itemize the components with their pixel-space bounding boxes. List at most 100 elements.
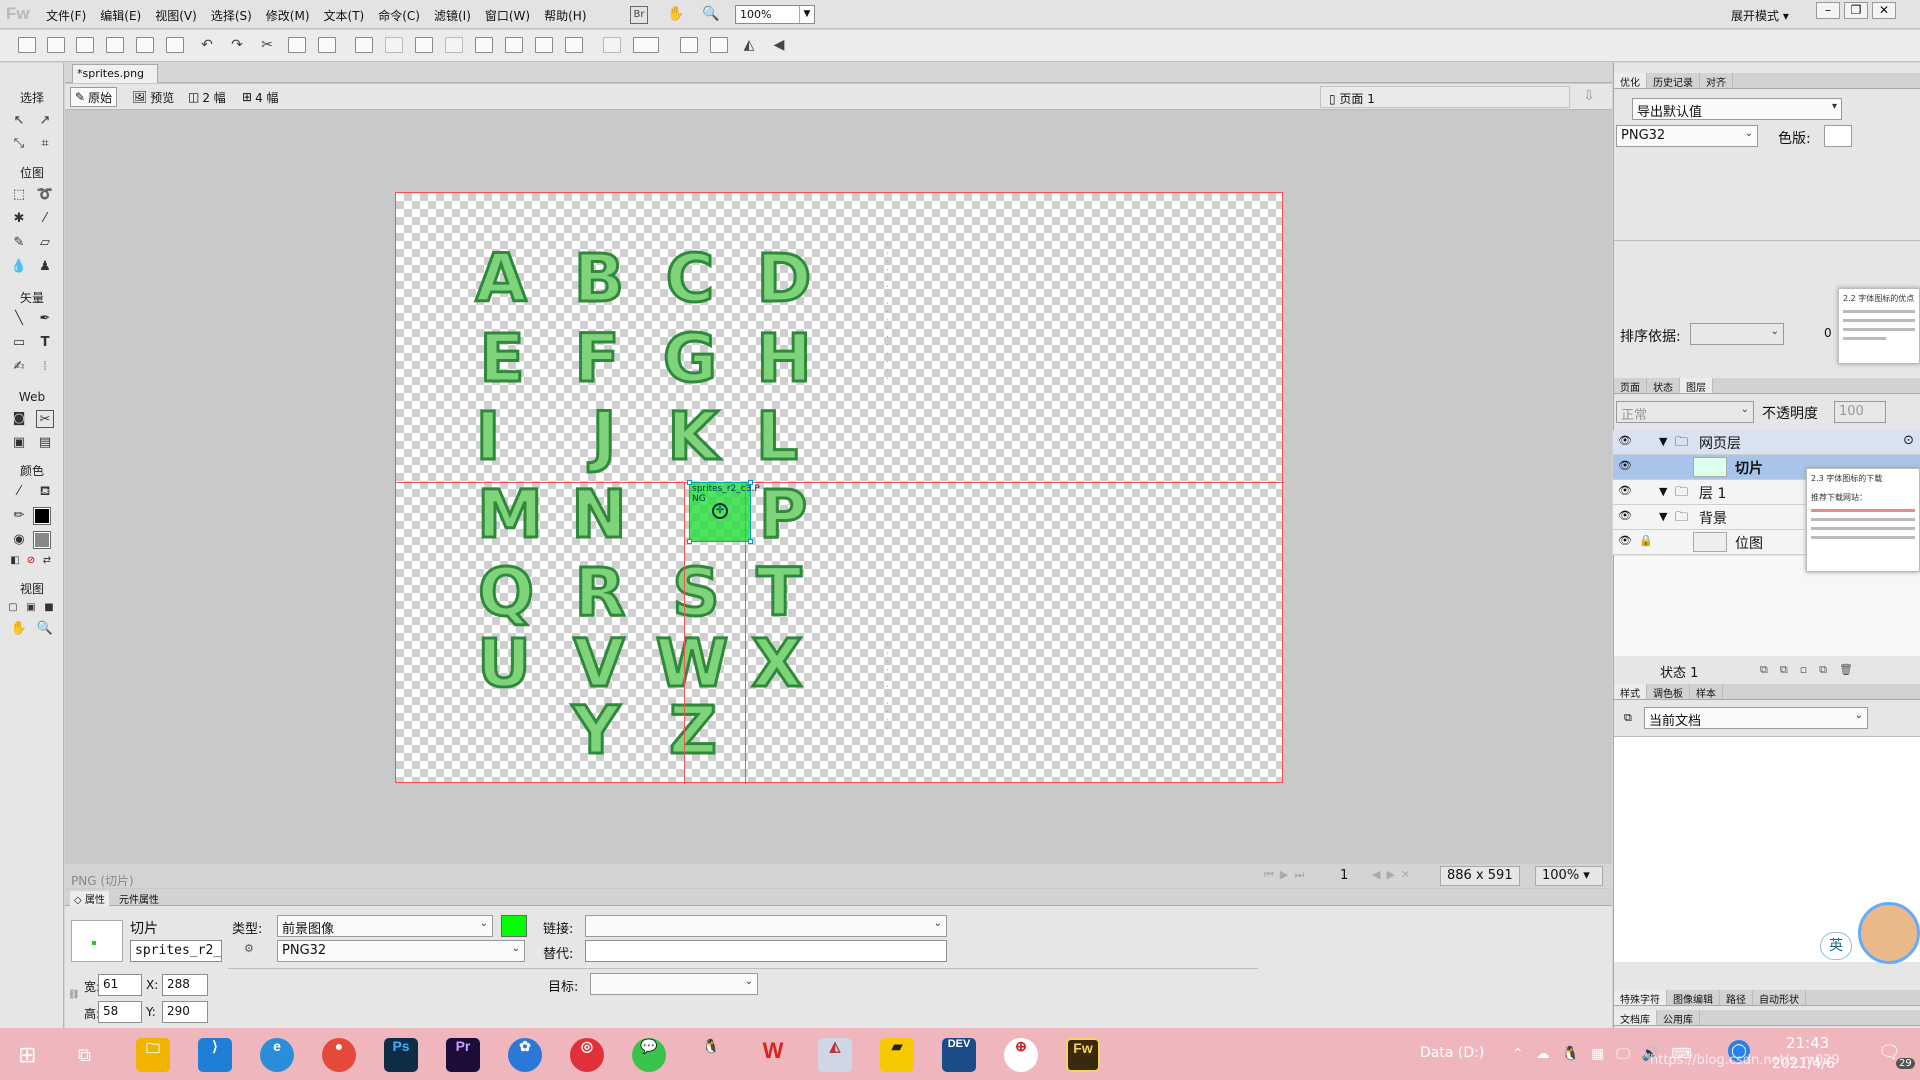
photoshop-icon[interactable]: Ps	[384, 1038, 418, 1072]
resize-handle[interactable]	[748, 480, 753, 485]
restore-button[interactable]: ❐	[1844, 2, 1868, 19]
lock-icon[interactable]: 🔒	[1639, 534, 1653, 547]
group-icon[interactable]	[355, 37, 373, 53]
width-input[interactable]: 61	[98, 974, 142, 996]
y-input[interactable]: 290	[162, 1001, 208, 1023]
slice-type-select[interactable]: 前景图像 ⌄	[277, 915, 493, 937]
lasso-icon[interactable]: ➰	[36, 186, 54, 204]
align-dropdown-icon[interactable]	[633, 37, 659, 53]
save-icon[interactable]	[47, 37, 65, 53]
menu-text[interactable]: 文本(T)	[324, 7, 365, 24]
eye-icon[interactable]: 👁	[1618, 484, 1632, 498]
export-preset-select[interactable]: 导出默认值 ▾	[1632, 98, 1842, 120]
undo-icon[interactable]: ↶	[196, 35, 218, 56]
zoom-icon[interactable]: 🔍	[700, 4, 722, 25]
frame-nav-controls[interactable]: ⏮▶⏭	[1264, 868, 1310, 882]
generic-app-icon[interactable]: ◭	[818, 1038, 852, 1072]
zoom-select[interactable]: 100% ▼	[735, 5, 815, 24]
expand-arrow-icon[interactable]: ▼	[1659, 485, 1667, 498]
expand-arrow-icon[interactable]: ▼	[1659, 510, 1667, 523]
floating-preview-card[interactable]: 2.2 字体图标的优点	[1838, 288, 1920, 364]
import-icon[interactable]	[106, 37, 124, 53]
page-select[interactable]: ▯ 页面 1	[1320, 86, 1570, 108]
slice-tool-icon[interactable]: ✂	[36, 410, 54, 428]
wechat-icon[interactable]: 💬	[632, 1038, 666, 1072]
menu-help[interactable]: 帮助(H)	[544, 7, 586, 24]
send-back-icon[interactable]	[565, 37, 583, 53]
line-icon[interactable]: ╲	[10, 310, 28, 328]
palette-swatch[interactable]	[1824, 125, 1852, 147]
tab-path[interactable]: 路径	[1720, 990, 1753, 1006]
frame-step-controls[interactable]: ◀▶✕	[1372, 868, 1416, 881]
tab-align[interactable]: 对齐	[1700, 73, 1733, 89]
rotate-right-icon[interactable]	[710, 37, 728, 53]
menu-view[interactable]: 视图(V)	[155, 7, 197, 24]
paste-icon[interactable]	[318, 37, 336, 53]
link-input[interactable]: ⌄	[585, 915, 947, 937]
sort-by-select[interactable]: ⌄	[1690, 323, 1784, 345]
view-preview-button[interactable]: 🖼 预览	[128, 87, 178, 107]
full-screen-menu-icon[interactable]: ▣	[22, 599, 40, 617]
slice-color-swatch[interactable]	[501, 915, 527, 937]
bring-front-icon[interactable]	[475, 37, 493, 53]
zoom-tool-icon[interactable]: 🔍	[36, 620, 54, 638]
fireworks-taskbar-icon[interactable]: Fw	[1066, 1038, 1100, 1072]
layer-options-icon[interactable]: ⊙	[1903, 433, 1914, 448]
zoom-level-select[interactable]: 100% ▾	[1535, 866, 1603, 886]
open-icon[interactable]	[76, 37, 94, 53]
magic-wand-icon[interactable]: ✱	[10, 210, 28, 228]
close-button[interactable]: ✕	[1872, 2, 1896, 19]
scale-icon[interactable]: ⤡	[10, 135, 28, 153]
tab-common-library[interactable]: 公用库	[1657, 1010, 1700, 1026]
eye-icon[interactable]: 👁	[1618, 434, 1632, 448]
tab-optimize[interactable]: 优化	[1614, 73, 1647, 89]
slice-name-input[interactable]: sprites_r2_	[130, 940, 222, 962]
eyedropper-icon[interactable]: ⁄	[10, 483, 28, 501]
file-explorer-icon[interactable]: 🗀	[136, 1038, 170, 1072]
blur-icon[interactable]: 💧	[10, 258, 28, 276]
premiere-icon[interactable]: Pr	[446, 1038, 480, 1072]
tab-styles[interactable]: 样式	[1614, 684, 1647, 700]
tab-image-edit[interactable]: 图像编辑	[1667, 990, 1720, 1006]
text-tool-icon[interactable]: T	[36, 334, 54, 352]
menu-filters[interactable]: 滤镜(I)	[434, 7, 471, 24]
flip-vertical-icon[interactable]: ◀	[768, 35, 790, 56]
hand-tool-icon[interactable]: ✋	[10, 620, 28, 638]
edge-icon[interactable]: e	[260, 1038, 294, 1072]
tab-history[interactable]: 历史记录	[1647, 73, 1700, 89]
stamp-icon[interactable]: ♟	[36, 258, 54, 276]
stroke-color-swatch[interactable]	[33, 507, 51, 525]
brush-icon[interactable]: ⁄	[36, 210, 54, 228]
tab-states[interactable]: 状态	[1647, 378, 1680, 394]
menu-file[interactable]: 文件(F)	[46, 7, 86, 24]
wps-icon[interactable]: W	[756, 1038, 790, 1072]
document-canvas[interactable]: A B C D E F G H I J K L M N P Q R S T U …	[395, 192, 1284, 784]
netease-music-icon[interactable]: ◎	[570, 1038, 604, 1072]
eraser-icon[interactable]: ▱	[36, 234, 54, 252]
document-tab[interactable]: *sprites.png ×	[72, 64, 158, 93]
opacity-input[interactable]: 100	[1834, 401, 1886, 423]
devcpp-icon[interactable]: DEV	[942, 1038, 976, 1072]
slice-behavior-handle-icon[interactable]: ✛	[712, 503, 728, 519]
blend-mode-select[interactable]: 正常 ⌄	[1616, 401, 1754, 423]
tab-auto-shapes[interactable]: 自动形状	[1753, 990, 1806, 1006]
new-icon[interactable]	[18, 37, 36, 53]
layer-row-web[interactable]: 👁 ▼ 🗀 网页层 ⊙	[1613, 430, 1920, 455]
menu-commands[interactable]: 命令(C)	[378, 7, 420, 24]
rotate-left-icon[interactable]	[680, 37, 698, 53]
crop-icon[interactable]: ⌗	[36, 135, 54, 153]
pen-icon[interactable]: ✒	[36, 310, 54, 328]
tab-doc-library[interactable]: 文档库	[1614, 1010, 1657, 1026]
hand-icon[interactable]: ✋	[665, 4, 687, 25]
marquee-icon[interactable]: ⬚	[10, 186, 28, 204]
stroke-color-icon[interactable]: ✏	[10, 507, 28, 525]
standard-screen-icon[interactable]: ▢	[4, 599, 22, 617]
view-2up-button[interactable]: ◫ 2 幅	[184, 87, 230, 107]
ime-indicator[interactable]: 英	[1820, 932, 1852, 960]
resize-handle[interactable]	[687, 480, 692, 485]
tab-properties[interactable]: ◇ 属性	[70, 891, 109, 906]
pointer-icon[interactable]: ↖	[10, 112, 28, 130]
optimize-format-select[interactable]: PNG32 ⌄	[1616, 125, 1758, 147]
subselect-icon[interactable]: ↗	[36, 112, 54, 130]
slice-format-select[interactable]: PNG32 ⌄	[277, 940, 525, 962]
